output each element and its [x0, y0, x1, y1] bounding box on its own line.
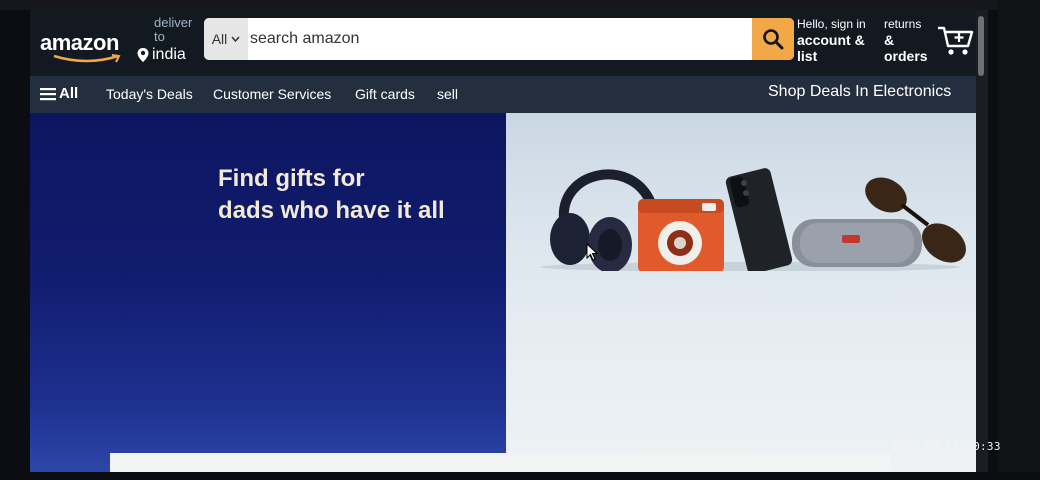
- monitor-bezel-right: [998, 0, 1040, 480]
- search-button[interactable]: [752, 18, 794, 60]
- speaker-illustration: [792, 219, 922, 267]
- chevron-down-icon: [231, 36, 240, 42]
- mouse-cursor-icon: [586, 243, 598, 261]
- search-bar: All: [204, 18, 794, 60]
- headphones-illustration: [550, 169, 655, 271]
- secondary-navbar: All Today's Deals Customer Services Gift…: [30, 76, 988, 113]
- all-menu-label: All: [59, 85, 79, 102]
- scrollbar-thumb[interactable]: [978, 16, 984, 76]
- amazon-logo[interactable]: amazon: [40, 30, 130, 66]
- deliver-to-label: to: [154, 29, 165, 44]
- hero-title-line2: dads who have it all: [218, 197, 445, 224]
- account-and-lists[interactable]: Hello, sign in account & list: [797, 16, 881, 64]
- search-category-select[interactable]: All: [204, 18, 248, 60]
- returns-and-orders[interactable]: returns & orders: [884, 16, 940, 64]
- hero-banner-left[interactable]: Find gifts for dads who have it all: [30, 113, 506, 472]
- monitor-bezel-top: [0, 0, 1040, 10]
- returns-label: returns: [884, 17, 922, 31]
- instant-camera-illustration: [638, 199, 724, 271]
- deliver-label: deliver: [154, 15, 193, 30]
- logo-smile-icon: [53, 54, 121, 63]
- cart-button[interactable]: [936, 20, 976, 60]
- promo-link-electronics[interactable]: Shop Deals In Electronics: [768, 83, 951, 101]
- search-input[interactable]: [248, 18, 752, 60]
- orders-label: orders: [884, 48, 928, 64]
- hero-title: Find gifts for dads who have it all: [218, 163, 498, 227]
- account-list-label: list: [797, 48, 818, 64]
- logo-text: amazon: [40, 30, 119, 55]
- browser-viewport: amazon deliver to india All search amazo…: [30, 10, 988, 472]
- smartphone-illustration: [725, 168, 793, 271]
- menu-icon: [40, 87, 56, 100]
- account-label: account &: [797, 32, 865, 48]
- search-category-label: All: [211, 31, 228, 47]
- search-icon: [763, 29, 784, 50]
- top-navbar: amazon deliver to india All search amazo…: [30, 10, 988, 76]
- account-greeting: Hello, sign in: [797, 17, 866, 31]
- nav-customer-services[interactable]: Customer Services: [213, 86, 331, 102]
- location-pin-icon: [137, 48, 149, 62]
- deliver-location: india: [152, 46, 186, 63]
- nav-todays-deals[interactable]: Today's Deals: [106, 86, 193, 102]
- cart-icon: [938, 26, 974, 55]
- monitor-bezel-bottom: [0, 472, 1040, 480]
- all-menu-button[interactable]: All: [40, 85, 78, 102]
- returns-amp: &: [884, 32, 895, 48]
- photo-timestamp: 2023.09.11 20:33: [890, 440, 1001, 453]
- nav-gift-cards[interactable]: Gift cards: [355, 86, 415, 102]
- hero-banner-right[interactable]: [506, 113, 978, 472]
- vertical-scrollbar[interactable]: [976, 10, 988, 472]
- hero-title-line1: Find gifts for: [218, 165, 365, 192]
- nav-sell[interactable]: sell: [437, 86, 458, 102]
- deliver-to[interactable]: deliver to india: [136, 16, 206, 64]
- content-card-strip: [110, 453, 890, 472]
